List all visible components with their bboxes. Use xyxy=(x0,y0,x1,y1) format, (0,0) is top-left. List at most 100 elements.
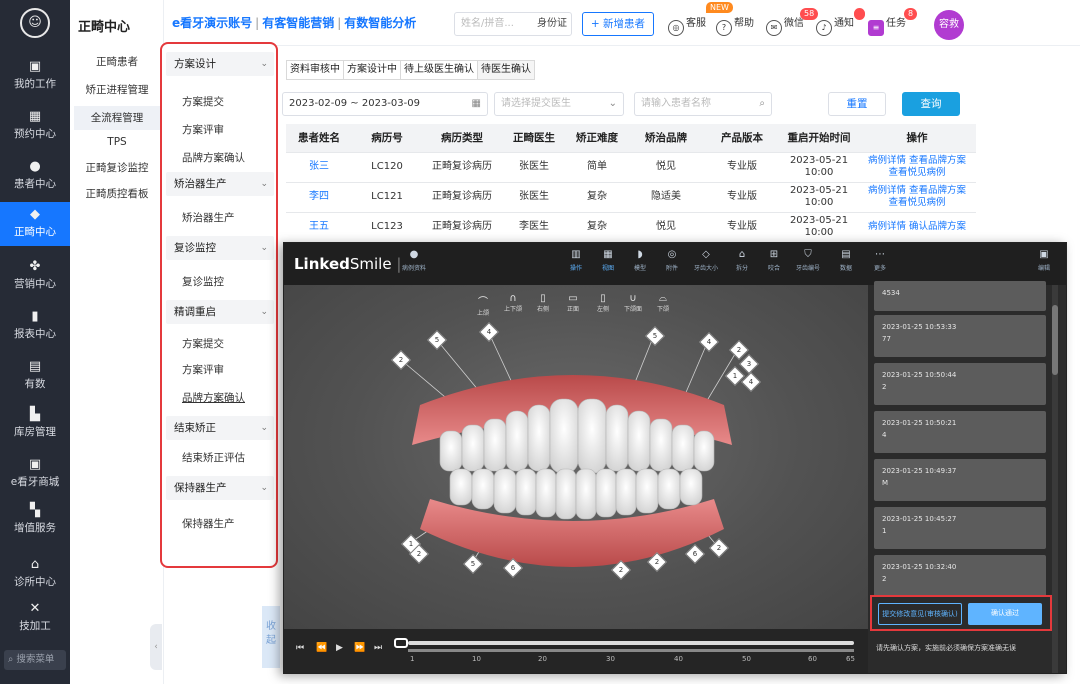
stage-timeline: ⏮ ⏪ ▶ ⏩ ⏭ 1 10 20 30 40 50 60 65 xyxy=(284,629,868,673)
date-range-picker[interactable]: 2023-02-09 ~ 2023-03-09 ▦ xyxy=(282,92,488,116)
workflow-item-appliance-production[interactable]: 矫治器生产 xyxy=(182,210,235,225)
tools-icon: ✕ xyxy=(29,601,41,616)
sidebar-item-reports[interactable]: ▮ 报表中心 xyxy=(0,304,70,348)
tool-bite[interactable]: ⊞ 咬合 xyxy=(760,249,788,272)
tab-senior-confirm[interactable]: 待上级医生确认 xyxy=(400,60,478,80)
sidebar-item-shop[interactable]: ▣ e看牙商城 xyxy=(0,452,70,496)
workflow-section-end[interactable]: 结束矫正 ⌄ xyxy=(166,416,274,440)
analysis-link[interactable]: 有数智能分析 xyxy=(344,16,416,30)
workflow-section-retainer[interactable]: 保持器生产 ⌄ xyxy=(166,476,274,500)
patient-name-link[interactable]: 李四 xyxy=(286,182,352,213)
tool-edit[interactable]: ▣ 编辑 xyxy=(1030,249,1058,272)
tab-doctor-confirm[interactable]: 待医生确认 xyxy=(477,60,535,80)
tab-designing[interactable]: 方案设计中 xyxy=(343,60,401,80)
tool-model[interactable]: ◗ 模型 xyxy=(626,249,654,272)
first-stage-button[interactable]: ⏮ xyxy=(296,643,304,653)
workflow-item-plan-submit[interactable]: 方案提交 xyxy=(182,94,224,109)
collapse-panel-button[interactable]: 收起 xyxy=(262,606,280,668)
search-icon: ⌕ xyxy=(759,98,765,109)
tab-reviewing[interactable]: 资料审核中 xyxy=(286,60,344,80)
sidebar-item-lab[interactable]: ✕ 技加工 xyxy=(0,596,70,640)
workflow-section-plan-design[interactable]: 方案设计 ⌄ xyxy=(166,52,274,76)
history-scrollbar[interactable] xyxy=(1052,285,1058,673)
marketing-link[interactable]: 有客智能营销 xyxy=(262,16,334,30)
submenu-item-recheck[interactable]: 正畸复诊监控 xyxy=(74,156,160,180)
wechat-button[interactable]: ✉ 微信 xyxy=(766,12,804,36)
history-card[interactable]: 2023-01-25 10:50:44 2 xyxy=(874,363,1046,405)
user-avatar[interactable]: 容救 xyxy=(934,10,964,40)
row-actions[interactable]: 病例详情 查看品牌方案 查看悦见病例 xyxy=(858,152,976,183)
workflow-item-brand-confirm[interactable]: 品牌方案确认 xyxy=(182,150,245,165)
workflow-item-refine-review[interactable]: 方案评审 xyxy=(182,362,224,377)
sidebar-item-marketing[interactable]: ✤ 营销中心 xyxy=(0,254,70,298)
reset-button[interactable]: 重置 xyxy=(828,92,886,116)
query-button[interactable]: 查询 xyxy=(902,92,960,116)
history-card[interactable]: 2023-01-25 10:53:33 77 xyxy=(874,315,1046,357)
workflow-item-plan-review[interactable]: 方案评审 xyxy=(182,122,224,137)
submenu-item-full-process[interactable]: 全流程管理 xyxy=(74,106,160,130)
sidebar-item-patients[interactable]: ● 患者中心 xyxy=(0,154,70,198)
submenu-item-tps[interactable]: TPS xyxy=(74,130,160,154)
tool-tooth-number[interactable]: ⛉ 牙齿编号 xyxy=(794,249,822,272)
linkedsmile-logo: LinkedSmile | xyxy=(294,255,402,273)
scrollbar-thumb[interactable] xyxy=(1052,305,1058,375)
stage-slider-track[interactable] xyxy=(408,641,854,645)
tool-attachment[interactable]: ◎ 附件 xyxy=(658,249,686,272)
submenu-item-patients[interactable]: 正畸患者 xyxy=(74,50,160,74)
workflow-item-refine-brand-confirm[interactable]: 品牌方案确认 xyxy=(182,390,245,405)
row-actions[interactable]: 病例详情 查看品牌方案 查看悦见病例 xyxy=(858,182,976,213)
workflow-section-refine[interactable]: 精调重启 ⌄ xyxy=(166,300,274,324)
history-card[interactable]: 2023-01-25 10:50:21 4 xyxy=(874,411,1046,453)
workflow-item-retainer-production[interactable]: 保持器生产 xyxy=(182,516,235,531)
patient-name-input[interactable]: 请输入患者名称 ⌕ xyxy=(634,92,772,116)
new-patient-button[interactable]: + 新增患者 xyxy=(582,12,654,36)
patient-search-input[interactable]: 姓名/拼音... 身份证 xyxy=(454,12,572,36)
submenu-item-qc-board[interactable]: 正畸质控看板 xyxy=(74,182,160,206)
tool-view[interactable]: ▦ 视图 xyxy=(594,249,622,272)
patient-name-link[interactable]: 王五 xyxy=(286,212,352,243)
submenu-title: 正畸中心 xyxy=(78,20,131,35)
history-card[interactable]: 2023-01-25 10:49:37 M xyxy=(874,459,1046,501)
workflow-section-recheck[interactable]: 复诊监控 ⌄ xyxy=(166,236,274,260)
play-button[interactable]: ▶ xyxy=(336,643,343,653)
service-button[interactable]: ◎ 客服 xyxy=(668,12,706,36)
row-actions[interactable]: 病例详情 确认品牌方案 xyxy=(858,212,976,243)
tool-data[interactable]: ▤ 数据 xyxy=(832,249,860,272)
sidebar-item-data[interactable]: ▤ 有数 xyxy=(0,354,70,398)
help-button[interactable]: ? 帮助 xyxy=(716,12,754,36)
prev-stage-button[interactable]: ⏪ xyxy=(316,643,327,653)
idcard-button[interactable]: 身份证 xyxy=(537,13,567,35)
workflow-item-recheck-monitor[interactable]: 复诊监控 xyxy=(182,274,224,289)
last-stage-button[interactable]: ⏭ xyxy=(374,643,382,653)
stage-slider-handle[interactable] xyxy=(394,638,408,648)
tool-more[interactable]: ⋯ 更多 xyxy=(866,249,894,272)
tool-split[interactable]: ⌂ 拆分 xyxy=(728,249,756,272)
task-button[interactable]: ≡ 任务 xyxy=(868,12,906,36)
sidebar-item-clinic[interactable]: ⌂ 诊所中心 xyxy=(0,552,70,596)
logo-icon[interactable]: ☺ xyxy=(20,8,50,38)
sidebar-item-my-work[interactable]: ▣ 我的工作 xyxy=(0,54,70,98)
sidebar-item-value-added[interactable]: ▚ 增值服务 xyxy=(0,498,70,542)
tool-tooth-size[interactable]: ◇ 牙齿大小 xyxy=(692,249,720,272)
notice-button[interactable]: ♪ 通知 xyxy=(816,12,854,36)
menu-search-input[interactable]: ⌕ 搜索菜单 xyxy=(4,650,66,670)
workflow-section-appliance[interactable]: 矫治器生产 ⌄ xyxy=(166,172,274,196)
workflow-item-refine-submit[interactable]: 方案提交 xyxy=(182,336,224,351)
workflow-item-end-evaluation[interactable]: 结束矫正评估 xyxy=(182,450,245,465)
3d-canvas[interactable]: ⌒ 上颌 ∩ 上下颌 ▯ 右侧 ▭ 正面 ▯ 左侧 ∪ 下颌面 ⌓ 下颌 2 5… xyxy=(284,285,868,629)
chevron-left-icon[interactable]: ‹ xyxy=(150,624,162,670)
doctor-select[interactable]: 请选择提交医生 ⌄ xyxy=(494,92,624,116)
patient-name-link[interactable]: 张三 xyxy=(286,152,352,183)
history-card[interactable]: 2023-01-25 10:32:40 2 xyxy=(874,555,1046,597)
sidebar-item-warehouse[interactable]: ▙ 库房管理 xyxy=(0,402,70,446)
submit-feedback-button[interactable]: 提交修改意见(审核确认) xyxy=(878,603,962,625)
submenu-item-progress[interactable]: 矫正进程管理 xyxy=(74,78,160,102)
history-card[interactable]: 4534 xyxy=(874,281,1046,311)
patient-info-button[interactable]: ● 病例资料 xyxy=(400,249,428,272)
sidebar-item-appointment[interactable]: ▦ 预约中心 xyxy=(0,104,70,148)
tool-operate[interactable]: ▥ 操作 xyxy=(562,249,590,272)
confirm-pass-button[interactable]: 确认通过 xyxy=(968,603,1042,625)
sidebar-item-orthodontics[interactable]: ◆ 正畸中心 xyxy=(0,202,70,246)
next-stage-button[interactable]: ⏩ xyxy=(354,643,365,653)
history-card[interactable]: 2023-01-25 10:45:27 1 xyxy=(874,507,1046,549)
